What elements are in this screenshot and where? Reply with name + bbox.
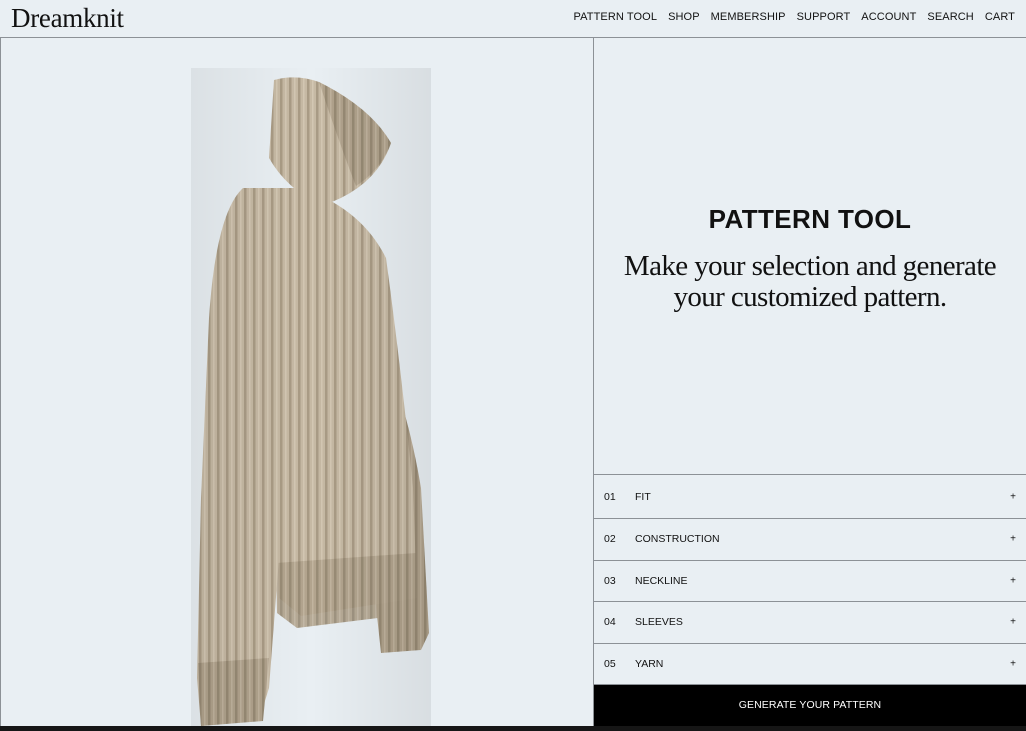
option-sleeves[interactable]: 04 SLEEVES + <box>594 602 1026 644</box>
option-label: YARN <box>635 657 664 670</box>
subtitle-line-1: Make your selection and generate <box>623 250 997 282</box>
expand-icon[interactable]: + <box>1010 534 1016 545</box>
logo[interactable]: Dreamknit <box>11 3 124 34</box>
options-accordion: 01 FIT + 02 CONSTRUCTION + 03 NECKLINE +… <box>594 474 1026 685</box>
generate-pattern-button[interactable]: GENERATE YOUR PATTERN <box>594 685 1026 726</box>
subtitle-line-2: your customized pattern. <box>673 281 947 313</box>
option-construction[interactable]: 02 CONSTRUCTION + <box>594 519 1026 561</box>
option-fit[interactable]: 01 FIT + <box>594 475 1026 519</box>
site-header: Dreamknit PATTERN TOOL SHOP MEMBERSHIP S… <box>0 0 1026 38</box>
sweater-preview[interactable] <box>0 38 594 726</box>
option-label: SLEEVES <box>635 616 683 629</box>
option-label: NECKLINE <box>635 574 688 587</box>
nav-support[interactable]: SUPPORT <box>797 11 851 23</box>
option-neckline[interactable]: 03 NECKLINE + <box>594 561 1026 602</box>
expand-icon[interactable]: + <box>1010 575 1016 586</box>
expand-icon[interactable]: + <box>1010 617 1016 628</box>
expand-icon[interactable]: + <box>1010 491 1016 502</box>
bottom-divider <box>0 726 1026 731</box>
option-number: 04 <box>604 616 616 629</box>
option-number: 03 <box>604 574 616 587</box>
expand-icon[interactable]: + <box>1010 658 1016 669</box>
sweater-image <box>191 68 431 726</box>
nav-search[interactable]: SEARCH <box>927 11 973 23</box>
pattern-tool-panel: PATTERN TOOL Make your selection and gen… <box>594 38 1026 726</box>
nav-account[interactable]: ACCOUNT <box>861 11 916 23</box>
main-nav: PATTERN TOOL SHOP MEMBERSHIP SUPPORT ACC… <box>574 11 1015 23</box>
option-label: CONSTRUCTION <box>635 533 720 546</box>
nav-cart[interactable]: CART <box>985 11 1015 23</box>
option-number: 05 <box>604 657 616 670</box>
nav-shop[interactable]: SHOP <box>668 11 700 23</box>
option-number: 02 <box>604 533 616 546</box>
option-number: 01 <box>604 490 616 503</box>
page-title: PATTERN TOOL <box>708 204 912 234</box>
nav-pattern-tool[interactable]: PATTERN TOOL <box>574 11 658 23</box>
option-label: FIT <box>635 490 651 503</box>
option-yarn[interactable]: 05 YARN + <box>594 644 1026 685</box>
page-subtitle: Make your selection and generate your cu… <box>594 251 1026 313</box>
nav-membership[interactable]: MEMBERSHIP <box>711 11 786 23</box>
